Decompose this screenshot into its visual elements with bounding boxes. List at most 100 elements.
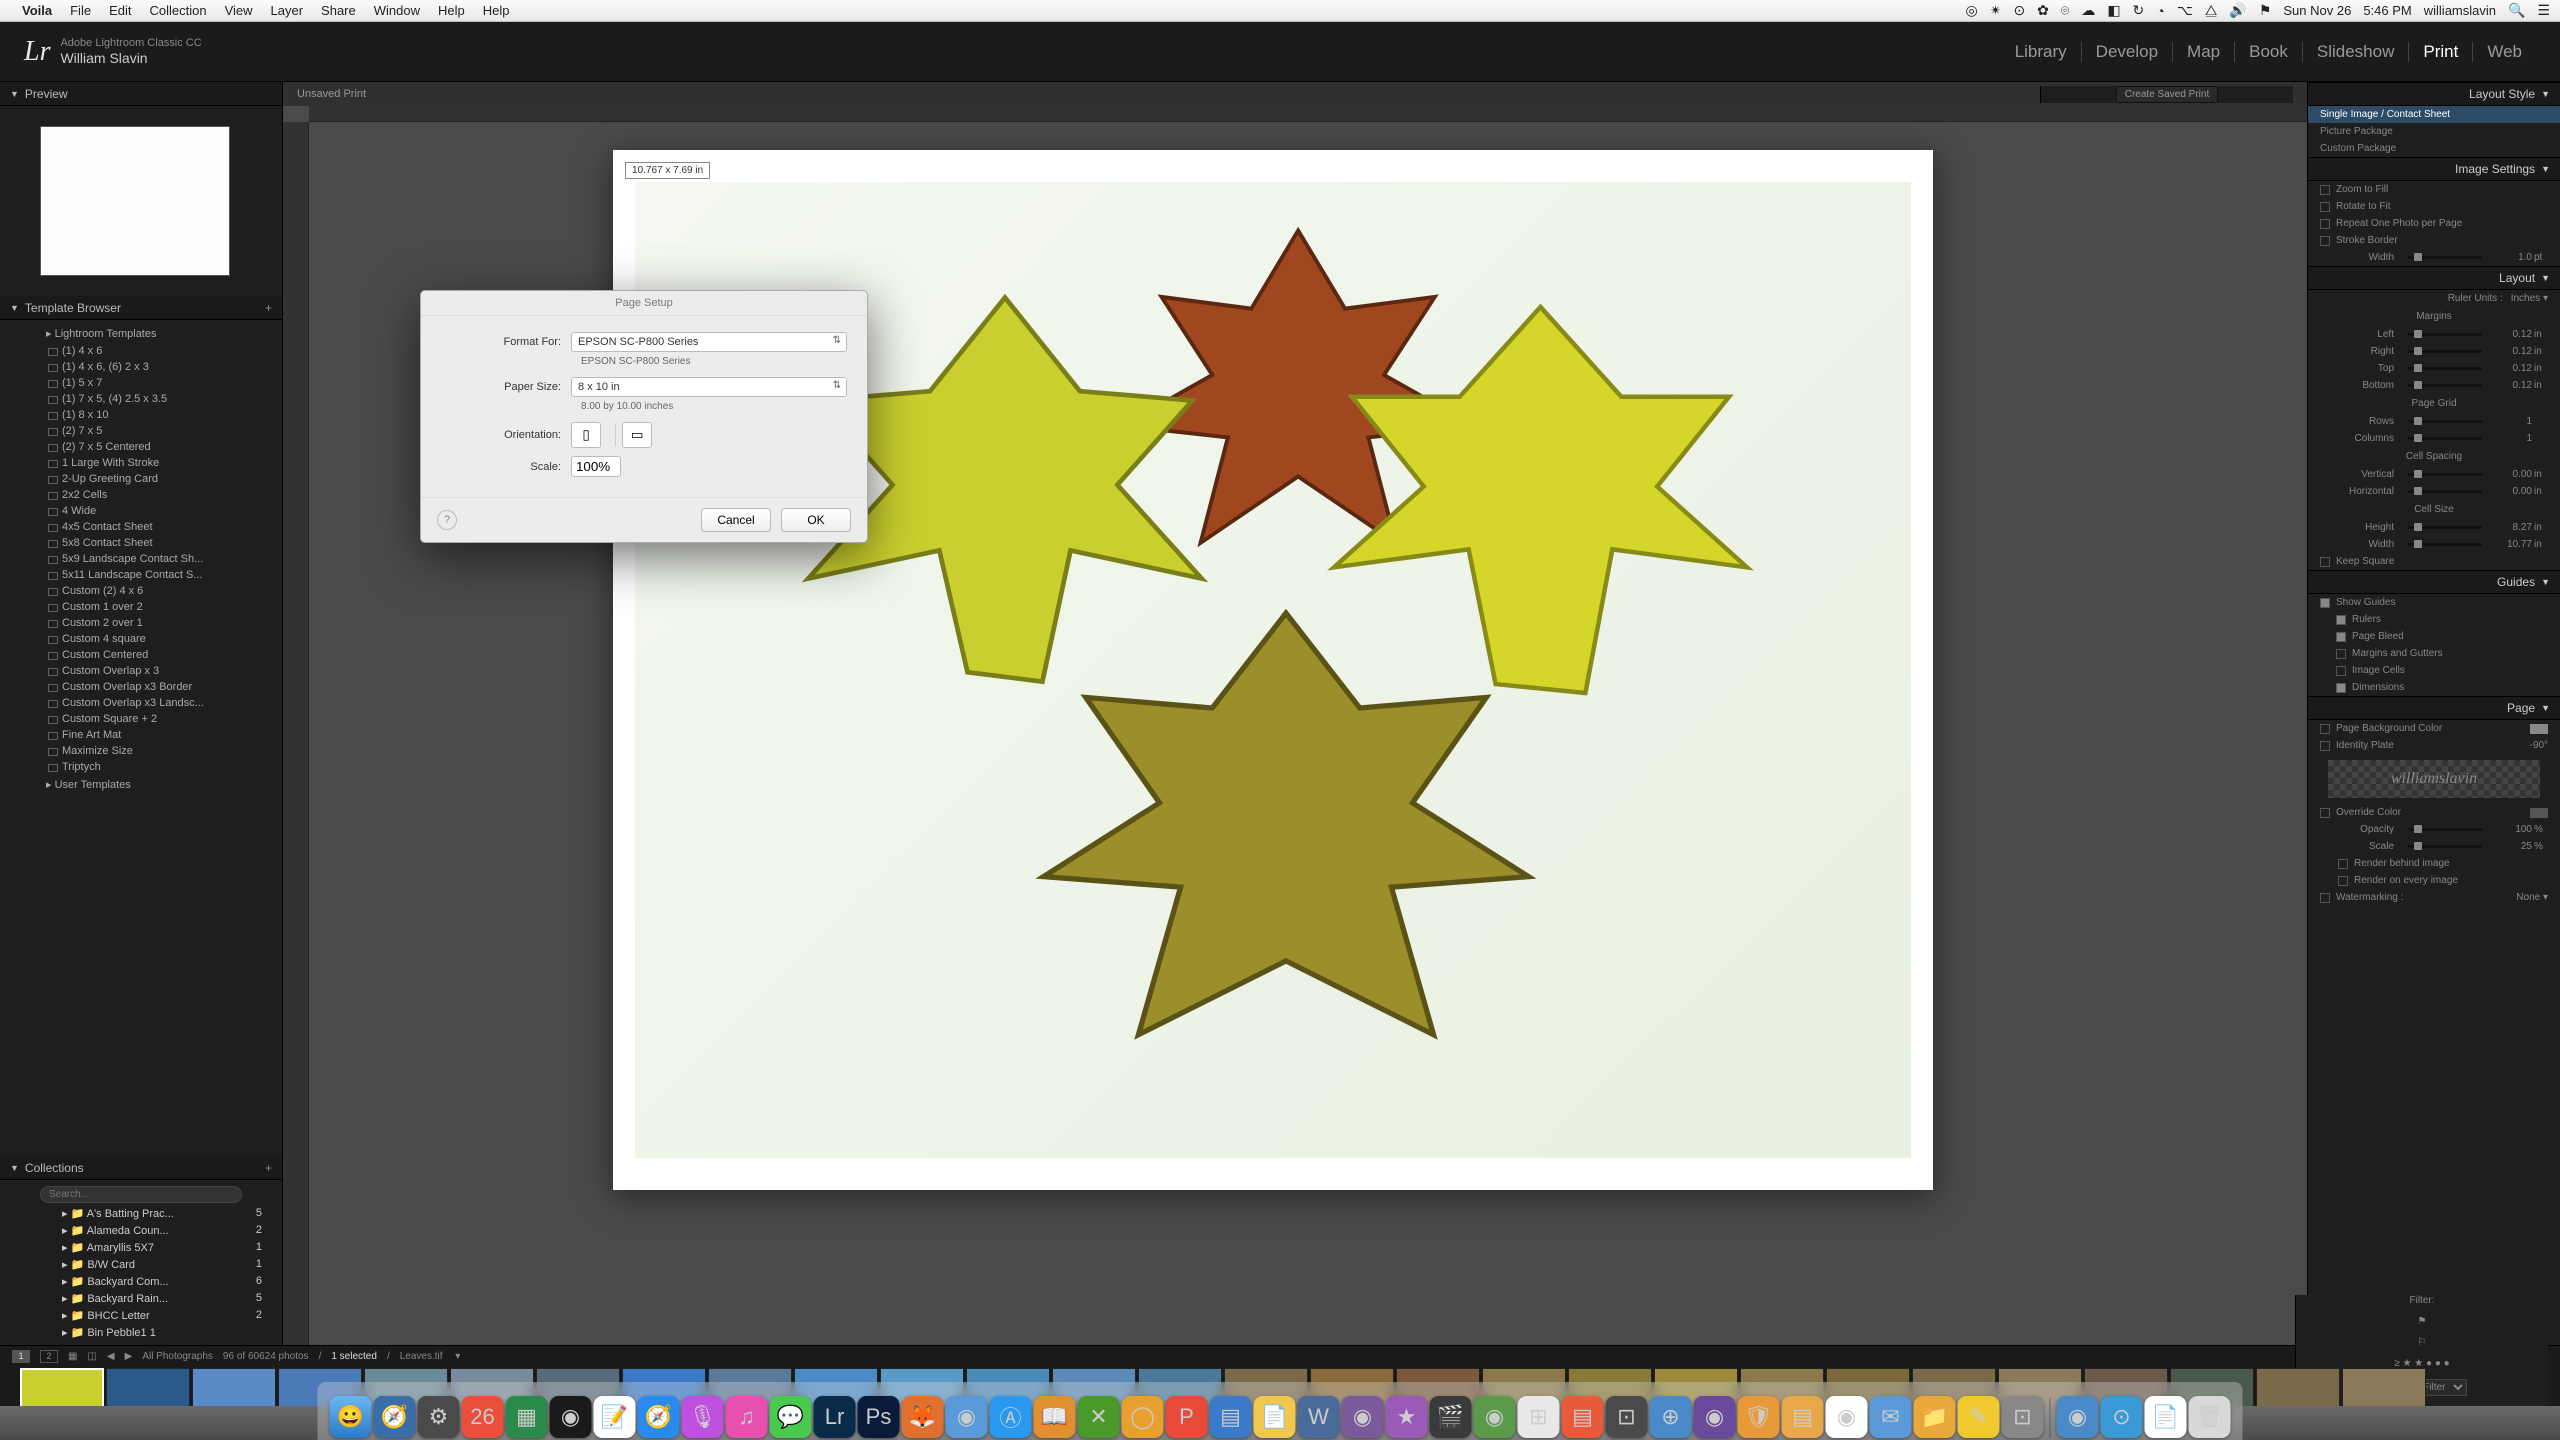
menu-layer[interactable]: Layer	[271, 3, 304, 18]
stroke-slider[interactable]	[2408, 256, 2482, 259]
dock-app[interactable]: ◉	[946, 1396, 988, 1438]
dock-finder[interactable]: 😀	[330, 1396, 372, 1438]
dock-app[interactable]: 🛡	[1738, 1396, 1780, 1438]
dock-app[interactable]: 📄	[2145, 1396, 2187, 1438]
guide-opt[interactable]: Page Bleed	[2308, 628, 2560, 645]
module-book[interactable]: Book	[2235, 42, 2303, 62]
guide-opt[interactable]: Margins and Gutters	[2308, 645, 2560, 662]
layout-style-header[interactable]: Layout Style▼	[2308, 82, 2560, 106]
grid-icon[interactable]: ▦	[68, 1351, 77, 1362]
collections-header[interactable]: ▼Collections+	[0, 1156, 282, 1180]
template-item[interactable]: Custom Centered	[0, 647, 282, 663]
flag-filter-icon[interactable]: ⚐	[2418, 1337, 2427, 1348]
dock-cal[interactable]: 26	[462, 1396, 504, 1438]
cols-slider[interactable]	[2408, 437, 2482, 440]
dock-app[interactable]: ✎	[1958, 1396, 2000, 1438]
menu-help2[interactable]: Help	[483, 3, 510, 18]
dock-app[interactable]: ✉	[1870, 1396, 1912, 1438]
dock-app[interactable]: 🎬	[1430, 1396, 1472, 1438]
dock-app[interactable]: 📖	[1034, 1396, 1076, 1438]
dock-app[interactable]: 📁	[1914, 1396, 1956, 1438]
dock-app[interactable]: ✕	[1078, 1396, 1120, 1438]
opt-keep-square[interactable]: Keep Square	[2308, 553, 2560, 570]
menu-view[interactable]: View	[225, 3, 253, 18]
dock-app[interactable]: 📄	[1254, 1396, 1296, 1438]
preview-header[interactable]: ▼Preview	[0, 82, 282, 106]
status-icon[interactable]: ◎	[1965, 2, 1977, 19]
dock-safari[interactable]: 🧭	[374, 1396, 416, 1438]
guide-opt[interactable]: Rulers	[2308, 611, 2560, 628]
dock-app[interactable]: ★	[1386, 1396, 1428, 1438]
dock-app[interactable]: ⊡	[1606, 1396, 1648, 1438]
orientation-landscape[interactable]: ▭	[622, 422, 652, 448]
status-icon[interactable]: ◔	[2156, 3, 2164, 19]
collection-item[interactable]: ▸ 📁 Amaryllis 5X71	[0, 1239, 282, 1256]
menu-app[interactable]: Voila	[22, 3, 52, 18]
opt-page-bg[interactable]: Page Background Color	[2308, 720, 2560, 737]
dock-app[interactable]: ◉	[550, 1396, 592, 1438]
template-item[interactable]: Custom Overlap x 3	[0, 663, 282, 679]
dock-app[interactable]: ▤	[1210, 1396, 1252, 1438]
dock-app[interactable]: ◉	[1342, 1396, 1384, 1438]
guide-opt[interactable]: Image Cells	[2308, 662, 2560, 679]
cancel-button[interactable]: Cancel	[701, 508, 771, 532]
menubar-date[interactable]: Sun Nov 26	[2283, 3, 2351, 18]
dock-app[interactable]: ⊞	[1518, 1396, 1560, 1438]
dock-app[interactable]: ▦	[506, 1396, 548, 1438]
template-item[interactable]: Fine Art Mat	[0, 727, 282, 743]
status-icon[interactable]: ✴	[1990, 2, 2002, 19]
dock-itunes[interactable]: ♫	[726, 1396, 768, 1438]
template-item[interactable]: 1 Large With Stroke	[0, 455, 282, 471]
template-item[interactable]: 5x9 Landscape Contact Sh...	[0, 551, 282, 567]
menu-help[interactable]: Help	[438, 3, 465, 18]
ok-button[interactable]: OK	[781, 508, 851, 532]
guide-opt[interactable]: Dimensions	[2308, 679, 2560, 696]
collection-item[interactable]: ▸ 📁 Bin Pebble1 1	[0, 1324, 282, 1341]
dock-app[interactable]: ◉	[1694, 1396, 1736, 1438]
template-item[interactable]: Triptych	[0, 759, 282, 775]
dock-app[interactable]: 📝	[594, 1396, 636, 1438]
nav-next-icon[interactable]: ▶	[125, 1351, 133, 1362]
view-2[interactable]: 2	[40, 1350, 58, 1363]
template-item[interactable]: Custom 2 over 1	[0, 615, 282, 631]
opt-repeat[interactable]: Repeat One Photo per Page	[2308, 215, 2560, 232]
template-item[interactable]: 4 Wide	[0, 503, 282, 519]
status-icon[interactable]: ⌾	[2061, 2, 2069, 19]
dock-app[interactable]: ⚙	[418, 1396, 460, 1438]
scale-input[interactable]	[571, 456, 621, 477]
menubar-time[interactable]: 5:46 PM	[2363, 3, 2411, 18]
ruler-units[interactable]: Inches	[2511, 293, 2540, 304]
template-item[interactable]: (1) 5 x 7	[0, 375, 282, 391]
templates-header[interactable]: ▼Template Browser+	[0, 296, 282, 320]
module-slideshow[interactable]: Slideshow	[2303, 42, 2410, 62]
menu-window[interactable]: Window	[374, 3, 420, 18]
template-item[interactable]: (1) 8 x 10	[0, 407, 282, 423]
dock-chrome[interactable]: ◉	[1826, 1396, 1868, 1438]
module-print[interactable]: Print	[2409, 42, 2473, 62]
view-1[interactable]: 1	[12, 1350, 30, 1363]
dock-app[interactable]: W	[1298, 1396, 1340, 1438]
notif-icon[interactable]: ☰	[2537, 2, 2550, 19]
image-settings-header[interactable]: Image Settings▼	[2308, 157, 2560, 181]
template-group[interactable]: ▸ Lightroom Templates	[0, 324, 282, 343]
module-map[interactable]: Map	[2173, 42, 2235, 62]
template-item[interactable]: 4x5 Contact Sheet	[0, 519, 282, 535]
template-item[interactable]: Custom 4 square	[0, 631, 282, 647]
template-item[interactable]: 2-Up Greeting Card	[0, 471, 282, 487]
dock-firefox[interactable]: 🦊	[902, 1396, 944, 1438]
layout-header[interactable]: Layout▼	[2308, 266, 2560, 290]
help-icon[interactable]: ?	[437, 510, 457, 530]
orientation-portrait[interactable]: ▯	[571, 422, 601, 448]
opt-rotate[interactable]: Rotate to Fit	[2308, 198, 2560, 215]
format-for-select[interactable]: EPSON SC-P800 Series	[571, 332, 847, 352]
dock-app[interactable]: 🎙	[682, 1396, 724, 1438]
opt-identity[interactable]: Identity Plate-90°	[2308, 737, 2560, 754]
nav-prev-icon[interactable]: ◀	[107, 1351, 115, 1362]
dock-app[interactable]: ◉	[2057, 1396, 2099, 1438]
flag-filter-icon[interactable]: ⚑	[2418, 1316, 2427, 1327]
dock-app[interactable]: ◯	[1122, 1396, 1164, 1438]
opt-watermark[interactable]: Watermarking :None ▾	[2308, 889, 2560, 906]
style-single[interactable]: Single Image / Contact Sheet	[2308, 106, 2560, 123]
template-item[interactable]: (1) 7 x 5, (4) 2.5 x 3.5	[0, 391, 282, 407]
collection-item[interactable]: ▸ 📁 Alameda Coun...2	[0, 1222, 282, 1239]
